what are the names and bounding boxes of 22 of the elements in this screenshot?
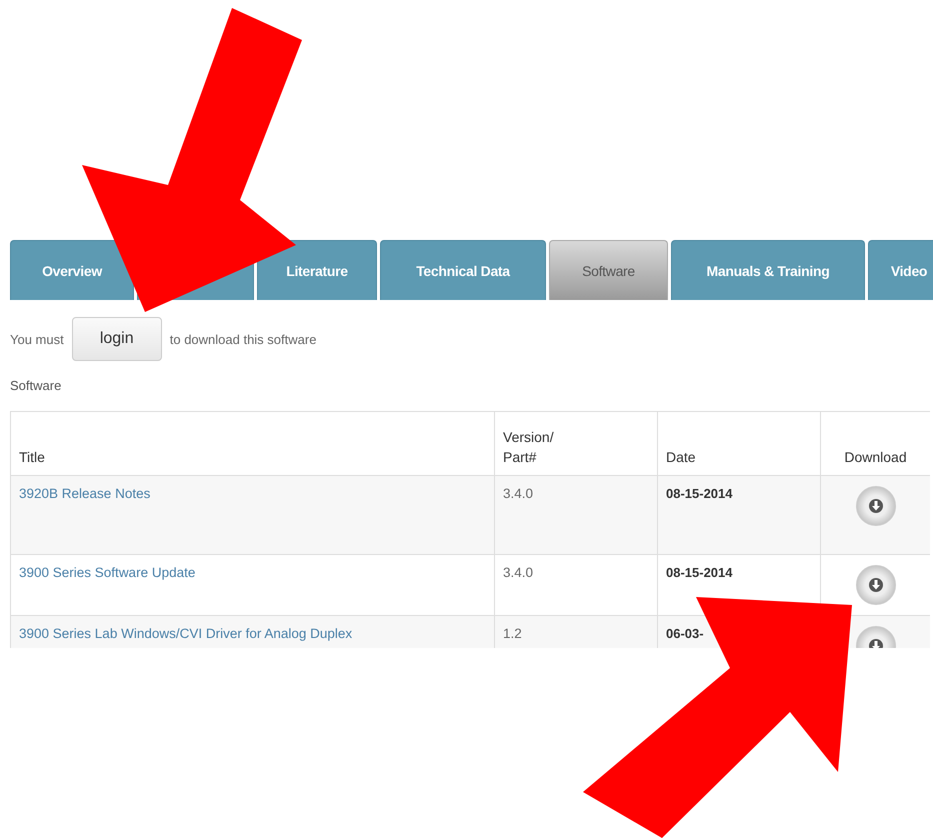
section-title: Software	[10, 378, 62, 393]
tab[interactable]: Software	[549, 240, 668, 300]
date-text: 08-15-2014	[666, 486, 732, 501]
title-link[interactable]: 3900 Series Software Update	[19, 565, 196, 580]
notice-text: to download this software	[170, 332, 316, 346]
tab[interactable]: Manuals & Training	[671, 240, 865, 300]
tab[interactable]: Overview	[10, 240, 134, 300]
version-text: 3.4.0	[503, 565, 534, 580]
date-text: 06-03-	[666, 626, 704, 641]
download-button[interactable]	[856, 486, 896, 526]
login-button[interactable]: login	[72, 317, 162, 361]
version-text: 3.4.0	[503, 486, 534, 501]
notice-text: You must	[10, 332, 64, 346]
tab[interactable]: Literature	[257, 240, 377, 300]
version-text: 1.2	[503, 626, 522, 641]
download-icon	[868, 498, 884, 514]
download-icon	[868, 577, 884, 593]
date-text: 08-15-2014	[666, 565, 732, 580]
download-button[interactable]	[856, 565, 896, 605]
title-link[interactable]: 3920B Release Notes	[19, 486, 150, 501]
tab[interactable]: Technical Data	[380, 240, 546, 300]
tab[interactable]: Video	[868, 240, 933, 300]
